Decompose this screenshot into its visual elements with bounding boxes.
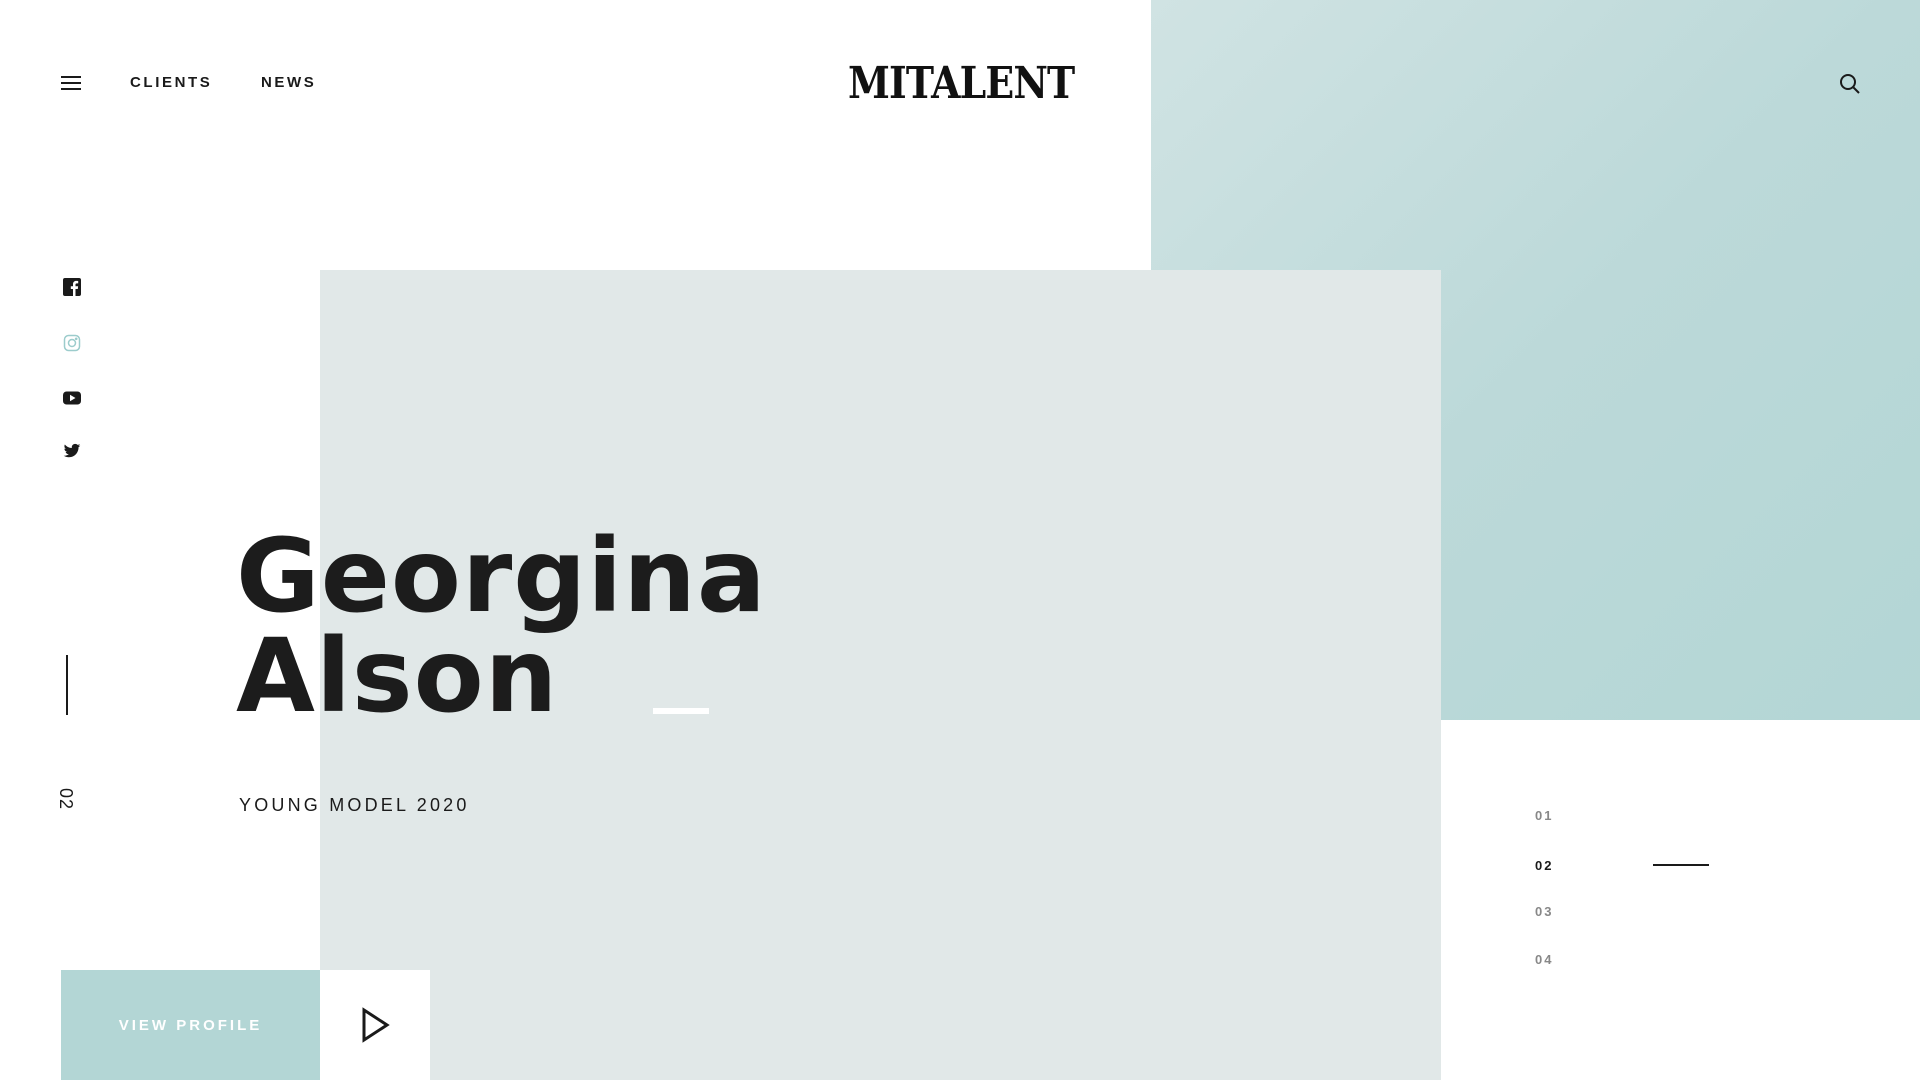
active-page-indicator [1653,864,1709,866]
search-icon[interactable] [1838,72,1862,96]
slide-page-04[interactable]: 04 [1535,952,1553,968]
site-logo[interactable]: MITALENT [848,60,1075,108]
slide-page-02[interactable]: 02 [1535,858,1553,874]
hero-first-name: Georgina [236,517,767,636]
twitter-icon[interactable] [63,442,83,462]
facebook-icon[interactable] [63,278,83,298]
hero-subtitle: YOUNG MODEL 2020 [239,795,470,815]
hamburger-icon[interactable] [61,76,81,92]
youtube-icon[interactable] [63,389,83,409]
slide-page-01[interactable]: 01 [1535,808,1553,824]
play-icon [362,1007,390,1043]
play-button[interactable] [320,970,430,1080]
current-slide-number: 02 [56,788,76,811]
hero-accent-dash [653,708,709,714]
hero-title: Georgina Alson [236,517,767,728]
view-profile-button[interactable]: VIEW PROFILE [61,970,320,1080]
slide-page-03[interactable]: 03 [1535,904,1553,920]
view-profile-label: VIEW PROFILE [118,1016,263,1034]
slide-progress-line [66,655,68,715]
nav-clients[interactable]: CLIENTS [130,74,212,92]
nav-news[interactable]: NEWS [261,74,316,92]
instagram-icon[interactable] [63,334,83,354]
